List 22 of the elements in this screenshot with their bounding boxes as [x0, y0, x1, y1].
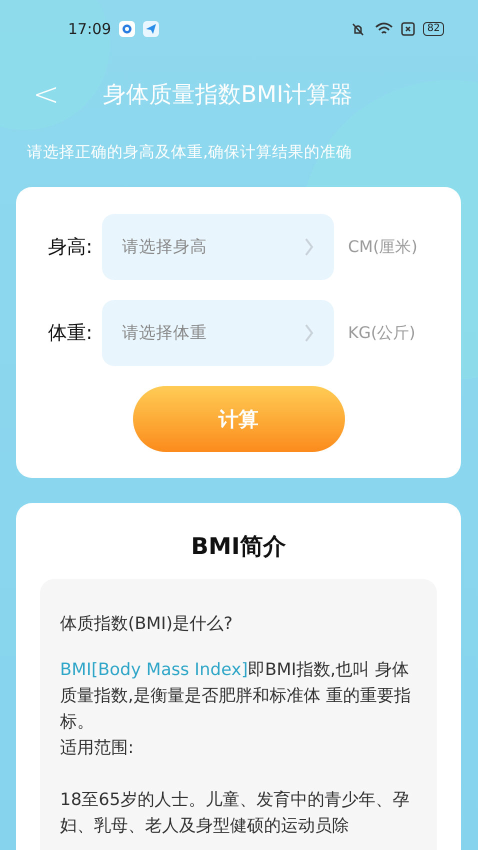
unit-label: KG(公斤): [348, 322, 416, 344]
page-title: 身体质量指数BMI计算器: [103, 80, 352, 110]
scope-label: 适用范围:: [60, 737, 135, 760]
scope-text: 18至65岁的人士。儿童、发育中的青少年、孕妇、乳母、老人及身型健硕的运动员除: [60, 789, 410, 838]
clock-time: 17:09: [68, 20, 112, 38]
select-field[interactable]: 请选择身高: [102, 214, 334, 280]
calculate-button[interactable]: 计算: [132, 386, 344, 452]
chevron-right-icon: [304, 323, 314, 343]
select-field[interactable]: 请选择体重: [102, 300, 334, 366]
section-title: BMI简介: [190, 533, 287, 562]
wifi-icon: [375, 22, 394, 36]
battery-icon: 82: [423, 22, 444, 36]
sim-icon: [401, 22, 416, 36]
paper-plane-icon: [143, 21, 160, 37]
question-text: 体质指数(BMI)是什么?: [60, 613, 234, 636]
hint-text: 请选择正确的身高及体重,确保计算结果的准确: [26, 142, 353, 163]
unit-label: CM(厘米): [348, 236, 418, 258]
chevron-right-icon: [304, 237, 314, 257]
app-icon: [119, 21, 136, 37]
field-label: 身高:: [48, 235, 94, 260]
definition-text: BMI[Body Mass Index]即BMI指数,也叫 身体质量指数,是衡量是否肥胖和标准体 重的重要指标。: [60, 659, 412, 734]
field-label: 体重:: [48, 321, 94, 346]
